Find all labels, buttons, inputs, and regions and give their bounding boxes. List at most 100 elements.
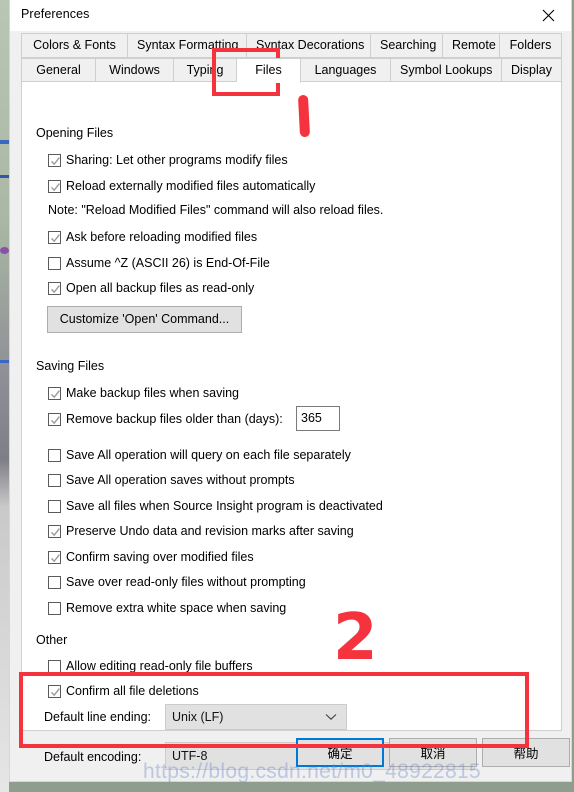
checkbox-label: Sharing: Let other programs modify files [66,153,288,167]
checkbox-box [48,576,61,589]
tab-strip: Colors & Fonts Syntax Formatting Syntax De… [21,33,562,83]
tab-syntax-decorations[interactable]: Syntax Decorations [247,33,371,58]
tab-syntax-formatting[interactable]: Syntax Formatting [128,33,247,58]
window-title: Preferences [21,7,90,21]
tab-label: Display [511,63,552,77]
tab-symbol-lookups[interactable]: Symbol Lookups [391,58,502,83]
checkbox-box [48,413,61,426]
checkbox-label: Ask before reloading modified files [66,230,258,244]
checkbox-box [48,449,61,462]
checkbox-box [48,154,61,167]
checkbox-box [48,231,61,244]
close-icon[interactable] [526,0,571,30]
background-accent-4 [0,360,9,363]
customize-open-command-button[interactable]: Customize 'Open' Command... [47,306,242,333]
background-window-sliver [0,0,9,792]
tab-languages[interactable]: Languages [301,58,391,83]
tab-label: General [36,63,81,77]
checkbox-assume-ctrl-z-eof[interactable]: Assume ^Z (ASCII 26) is End-Of-File [48,255,270,272]
checkbox-box [48,500,61,513]
checkbox-box [48,180,61,193]
checkbox-label: Confirm saving over modified files [66,550,254,564]
tab-colors-fonts[interactable]: Colors & Fonts [21,33,128,58]
files-settings-panel: Opening Files Sharing: Let other program… [21,81,562,770]
checkbox-save-all-without-prompts[interactable]: Save All operation saves without prompts [48,472,295,489]
tab-general[interactable]: General [21,58,96,83]
tab-label: Colors & Fonts [33,38,116,52]
checkbox-box [48,525,61,538]
tab-folders[interactable]: Folders [500,33,562,58]
default-line-ending-value: Unix (LF) [172,710,224,724]
checkbox-confirm-all-file-deletions[interactable]: Confirm all file deletions [48,683,199,700]
dialog-button-bar: 确定 取消 帮助 [10,738,573,778]
tab-label: Syntax Formatting [137,38,239,52]
checkbox-label: Remove extra white space when saving [66,601,287,615]
reload-note-text: Note: "Reload Modified Files" command wi… [48,203,384,217]
checkbox-preserve-undo-data[interactable]: Preserve Undo data and revision marks af… [48,523,354,540]
checkbox-label: Save all files when Source Insight progr… [66,499,383,513]
backup-days-input[interactable]: 365 [296,406,340,431]
checkbox-box [48,660,61,673]
label-default-line-ending: Default line ending: [44,710,152,724]
checkbox-confirm-saving-over-modified[interactable]: Confirm saving over modified files [48,549,254,566]
checkbox-label: Allow editing read-only file buffers [66,659,253,673]
checkbox-reload-externally-modified[interactable]: Reload externally modified files automat… [48,178,315,195]
tab-label: Files [255,63,282,77]
checkbox-label: Open all backup files as read-only [66,281,255,295]
tab-remote[interactable]: Remote [443,33,500,58]
tab-label: Windows [109,63,160,77]
group-label-other: Other [36,633,75,647]
checkbox-label: Make backup files when saving [66,386,240,400]
checkbox-label: Confirm all file deletions [66,684,199,698]
checkbox-label: Assume ^Z (ASCII 26) is End-Of-File [66,256,270,270]
tab-files[interactable]: Files [237,58,301,83]
tab-row-1: Colors & Fonts Syntax Formatting Syntax De… [21,33,562,58]
tab-label: Languages [314,63,377,77]
checkbox-save-over-read-only[interactable]: Save over read-only files without prompt… [48,574,306,591]
group-rule [36,641,536,642]
tab-windows[interactable]: Windows [96,58,174,83]
background-accent-1 [0,140,9,144]
tab-searching[interactable]: Searching [371,33,443,58]
checkbox-ask-before-reloading[interactable]: Ask before reloading modified files [48,229,257,246]
tab-label: Folders [509,38,552,52]
tab-label: Typing [186,63,224,77]
checkbox-remove-extra-white-space[interactable]: Remove extra white space when saving [48,600,286,617]
checkbox-label: Reload externally modified files automat… [66,179,316,193]
checkbox-label: Preserve Undo data and revision marks af… [66,524,354,538]
checkbox-allow-editing-read-only-buffers[interactable]: Allow editing read-only file buffers [48,658,253,675]
checkbox-open-backup-read-only[interactable]: Open all backup files as read-only [48,280,254,297]
background-accent-3 [0,247,9,254]
checkbox-save-all-on-deactivate[interactable]: Save all files when Source Insight progr… [48,498,383,515]
chevron-down-icon [325,713,337,721]
checkbox-box [48,282,61,295]
checkbox-save-all-query-each-file[interactable]: Save All operation will query on each fi… [48,447,351,464]
ok-button[interactable]: 确定 [296,738,384,767]
checkbox-box [48,257,61,270]
help-button[interactable]: 帮助 [482,738,570,767]
checkbox-label: Save All operation saves without prompts [66,473,295,487]
checkbox-label: Remove backup files older than (days): [66,412,283,426]
tab-typing[interactable]: Typing [174,58,237,83]
checkbox-remove-backup-older-than[interactable]: Remove backup files older than (days): [48,411,283,428]
tab-row-2: General Windows Typing Files Languages Symbol… [21,58,562,83]
group-label-saving-files: Saving Files [36,359,112,373]
checkbox-make-backup-files[interactable]: Make backup files when saving [48,385,239,402]
tab-label: Symbol Lookups [400,63,493,77]
background-accent-2 [0,175,9,178]
checkbox-label: Save All operation will query on each fi… [66,448,351,462]
checkbox-sharing[interactable]: Sharing: Let other programs modify files [48,152,288,169]
default-line-ending-select[interactable]: Unix (LF) [165,704,347,730]
group-label-opening-files: Opening Files [36,126,121,140]
checkbox-box [48,602,61,615]
checkbox-label: Save over read-only files without prompt… [66,575,306,589]
cancel-button[interactable]: 取消 [389,738,477,767]
tab-label: Remote [452,38,496,52]
tab-label: Searching [380,38,437,52]
tab-label: Syntax Decorations [256,38,365,52]
tab-display[interactable]: Display [502,58,562,83]
checkbox-box [48,551,61,564]
title-bar: Preferences [10,0,571,31]
preferences-dialog: Preferences Colors & Fonts Syntax Formatt… [9,0,572,782]
checkbox-box [48,685,61,698]
